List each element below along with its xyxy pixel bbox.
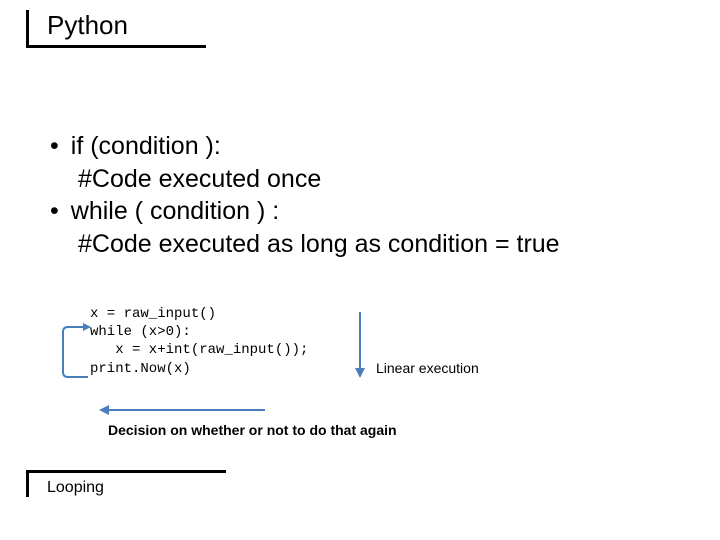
linear-down-arrow-icon <box>348 310 372 380</box>
code-line: x = x+int(raw_input()); <box>90 341 308 359</box>
linear-execution-label: Linear execution <box>376 360 479 376</box>
code-block: x = raw_input() while (x>0): x = x+int(r… <box>90 305 308 378</box>
decision-left-arrow-icon <box>95 400 270 420</box>
bullet-sub: #Code executed as long as condition = tr… <box>50 228 690 261</box>
bullet-text: while ( condition ) : <box>71 195 279 228</box>
bullet-item: • while ( condition ) : <box>50 195 690 228</box>
footer-label: Looping <box>47 479 226 497</box>
code-line: x = raw_input() <box>90 305 308 323</box>
code-line: while (x>0): <box>90 323 308 341</box>
bullet-dot: • <box>50 195 59 228</box>
bullet-item: • if (condition ): <box>50 130 690 163</box>
bullet-dot: • <box>50 130 59 163</box>
bullet-sub: #Code executed once <box>50 163 690 196</box>
code-line: print.Now(x) <box>90 360 308 378</box>
title-underline-box: Python <box>26 10 206 48</box>
footer-overline-box: Looping <box>26 470 226 497</box>
slide-title: Python <box>47 10 206 41</box>
bullet-list: • if (condition ): #Code executed once •… <box>50 130 690 260</box>
decision-label: Decision on whether or not to do that ag… <box>108 422 397 438</box>
bullet-text: if (condition ): <box>71 130 221 163</box>
loop-back-arrow-icon <box>58 322 98 382</box>
